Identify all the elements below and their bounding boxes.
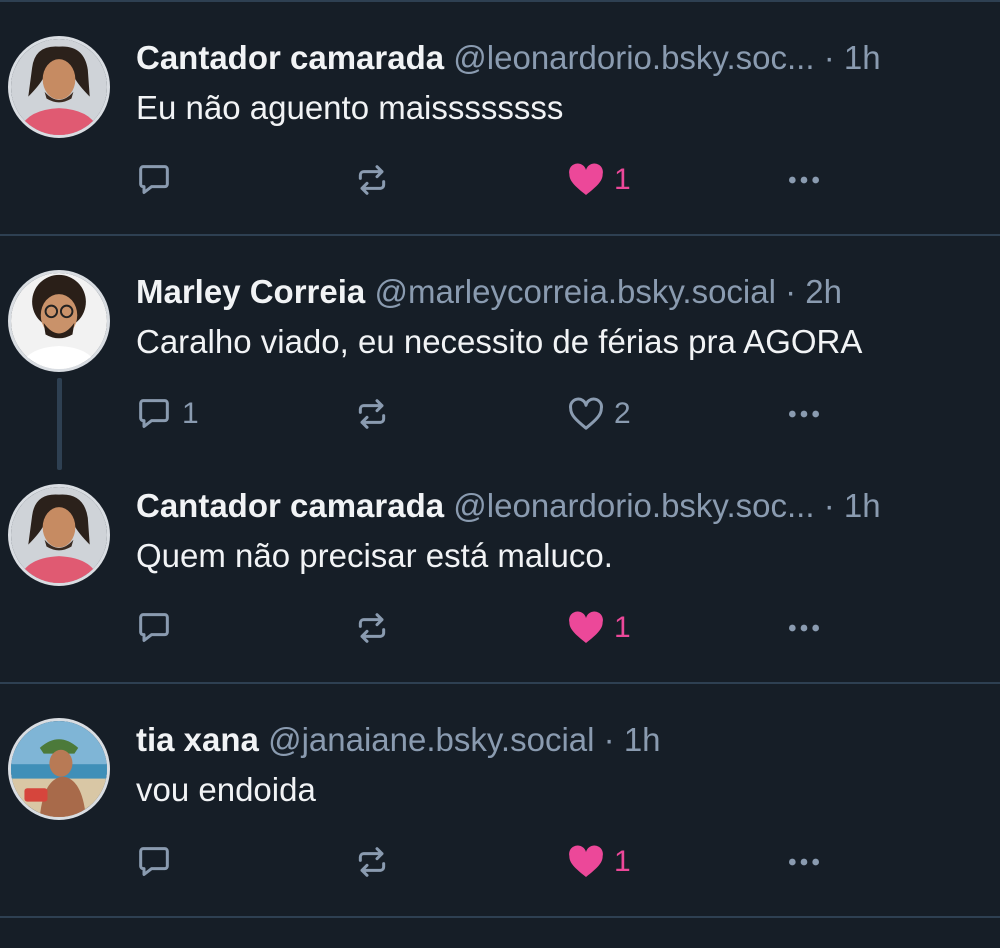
avatar[interactable] [8, 484, 110, 586]
avatar-image-man-long-hair [11, 487, 107, 583]
post-timestamp[interactable]: 2h [805, 273, 842, 310]
repost-arrows-icon [358, 613, 386, 643]
more-options-button[interactable] [784, 606, 824, 650]
reply-bubble-icon [139, 399, 169, 428]
post-actions: 1 2 [0, 392, 1000, 436]
post-timestamp[interactable]: 1h [624, 721, 661, 758]
post-text: Quem não precisar está maluco. [136, 537, 613, 574]
author-handle[interactable]: @leonardorio.bsky.soc... [453, 39, 814, 76]
separator-dot: · [785, 273, 797, 310]
author-handle[interactable]: @janaiane.bsky.social [268, 721, 594, 758]
author-handle[interactable]: @marleycorreia.bsky.social [374, 273, 776, 310]
more-dots-icon [789, 176, 819, 184]
avatar-image-man-long-hair [11, 39, 107, 135]
like-button[interactable]: 1 [566, 840, 631, 884]
post-header: tia xana @janaiane.bsky.social · 1h [136, 718, 996, 762]
reply-button[interactable] [134, 158, 182, 202]
post-actions: 1 [0, 158, 1000, 202]
post-header: Marley Correia @marleycorreia.bsky.socia… [136, 270, 996, 314]
post-divider [0, 916, 1000, 918]
post-actions: 1 [0, 606, 1000, 650]
like-button[interactable]: 1 [566, 158, 631, 202]
author-name[interactable]: Marley Correia [136, 273, 365, 310]
more-options-button[interactable] [784, 158, 824, 202]
post-actions: 1 [0, 840, 1000, 884]
heart-outline-icon [569, 397, 603, 430]
more-dots-icon [789, 410, 819, 418]
reply-button[interactable] [134, 840, 182, 884]
post-text: Caralho viado, eu necessito de férias pr… [136, 323, 863, 360]
reply-button[interactable]: 1 [134, 392, 199, 436]
heart-icon [569, 163, 603, 195]
repost-arrows-icon [358, 847, 386, 877]
like-button[interactable]: 1 [566, 606, 631, 650]
more-dots-icon [789, 858, 819, 866]
post-divider [0, 682, 1000, 684]
reply-count: 1 [182, 397, 199, 430]
repost-arrows-icon [358, 165, 386, 195]
like-count: 1 [614, 845, 631, 878]
repost-button[interactable] [352, 158, 392, 202]
post-timestamp[interactable]: 1h [844, 39, 881, 76]
separator-dot: · [823, 39, 835, 76]
avatar-image-man-curly-hair-glasses [11, 273, 107, 369]
post-header: Cantador camarada @leonardorio.bsky.soc.… [136, 36, 996, 80]
author-name[interactable]: tia xana [136, 721, 259, 758]
like-count: 1 [614, 163, 631, 196]
avatar-image-woman-beach [11, 721, 107, 817]
post-timestamp[interactable]: 1h [844, 487, 881, 524]
like-count: 2 [614, 397, 631, 430]
separator-dot: · [603, 721, 615, 758]
post-divider [0, 234, 1000, 236]
feed-top-divider [0, 0, 1000, 2]
reply-button[interactable] [134, 606, 182, 650]
post-header: Cantador camarada @leonardorio.bsky.soc.… [136, 484, 996, 528]
repost-arrows-icon [358, 399, 386, 429]
avatar[interactable] [8, 270, 110, 372]
repost-button[interactable] [352, 840, 392, 884]
reply-bubble-icon [139, 165, 169, 194]
author-name[interactable]: Cantador camarada [136, 39, 444, 76]
more-options-button[interactable] [784, 392, 824, 436]
repost-button[interactable] [352, 606, 392, 650]
more-options-button[interactable] [784, 840, 824, 884]
post-text: vou endoida [136, 771, 316, 808]
like-button[interactable]: 2 [566, 392, 631, 436]
more-dots-icon [789, 624, 819, 632]
post-text: Eu não aguento maissssssss [136, 89, 564, 126]
author-handle[interactable]: @leonardorio.bsky.soc... [453, 487, 814, 524]
repost-button[interactable] [352, 392, 392, 436]
separator-dot: · [823, 487, 835, 524]
heart-icon [569, 611, 603, 643]
avatar[interactable] [8, 36, 110, 138]
author-name[interactable]: Cantador camarada [136, 487, 444, 524]
reply-bubble-icon [139, 613, 169, 642]
post-feed: Cantador camarada @leonardorio.bsky.soc.… [0, 0, 1000, 948]
reply-bubble-icon [139, 847, 169, 876]
like-count: 1 [614, 611, 631, 644]
heart-icon [569, 845, 603, 877]
avatar[interactable] [8, 718, 110, 820]
